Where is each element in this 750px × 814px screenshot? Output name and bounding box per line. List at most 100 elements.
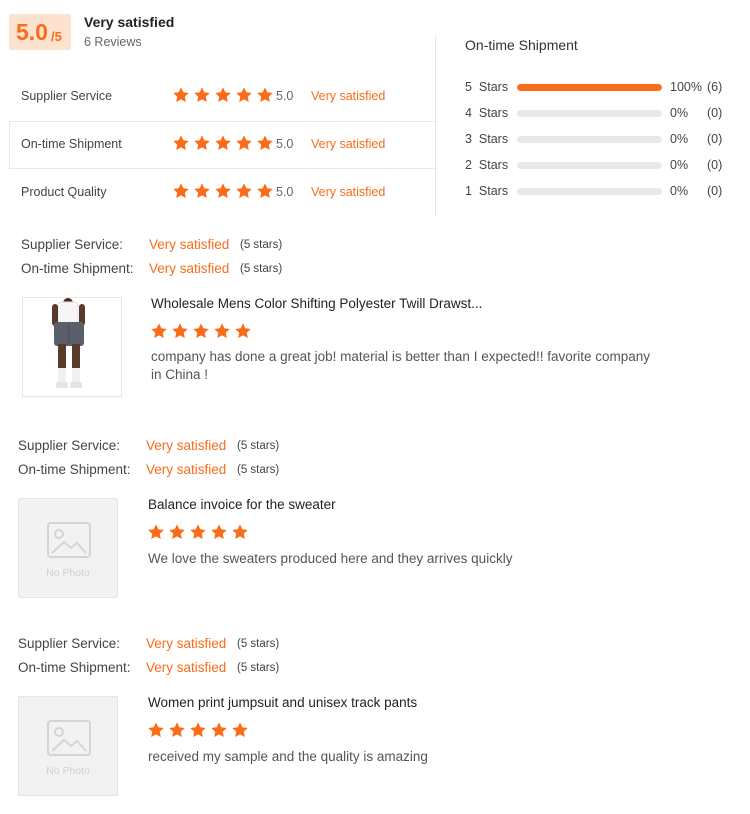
- category-row-supplier-service[interactable]: Supplier Service 5.0 Very satisfied: [9, 73, 435, 121]
- distribution-count: (0): [707, 184, 723, 198]
- star-icon: [189, 523, 207, 543]
- review-supplier-stars: (5 stars): [240, 239, 283, 251]
- review-supplier-value: Very satisfied: [146, 636, 227, 651]
- review-text: We love the sweaters produced here and t…: [148, 551, 513, 566]
- distribution-count: (6): [707, 80, 723, 94]
- review-shipment-stars: (5 stars): [237, 662, 280, 674]
- review-supplier-line: Supplier Service: Very satisfied (5 star…: [18, 438, 318, 458]
- category-label: On-time Shipment: [21, 137, 122, 151]
- review-supplier-stars: (5 stars): [237, 638, 280, 650]
- product-title[interactable]: Women print jumpsuit and unisex track pa…: [148, 695, 417, 710]
- review-supplier-label: Supplier Service:: [21, 237, 124, 252]
- distribution-percent: 100%: [670, 80, 702, 94]
- review-shipment-line: On-time Shipment: Very satisfied (5 star…: [18, 660, 318, 680]
- distribution-row-5: 5 Stars 100% (6): [465, 78, 735, 98]
- review-supplier-label: Supplier Service:: [18, 636, 121, 651]
- distribution-bar: [517, 84, 662, 91]
- no-photo-icon: [47, 720, 91, 756]
- star-icon: [235, 182, 253, 200]
- star-icon: [172, 86, 190, 104]
- review-text: company has done a great job! material i…: [151, 349, 651, 382]
- star-icon: [235, 86, 253, 104]
- category-satisfaction: Very satisfied: [311, 137, 386, 151]
- distribution-bar: [517, 188, 662, 195]
- star-icon: [231, 523, 249, 543]
- review-shipment-value: Very satisfied: [146, 462, 227, 477]
- product-title[interactable]: Wholesale Mens Color Shifting Polyester …: [151, 296, 482, 311]
- review-shipment-label: On-time Shipment:: [18, 462, 131, 477]
- star-icon: [231, 721, 249, 741]
- overall-satisfaction: Very satisfied: [84, 14, 175, 30]
- star-icon: [234, 322, 252, 342]
- review-supplier-line: Supplier Service: Very satisfied (5 star…: [18, 636, 318, 656]
- star-icon: [193, 134, 211, 152]
- review-ratings: Supplier Service: Very satisfied (5 star…: [21, 237, 321, 281]
- category-stars: [172, 86, 274, 104]
- review-ratings: Supplier Service: Very satisfied (5 star…: [18, 636, 318, 680]
- review-shipment-label: On-time Shipment:: [18, 660, 131, 675]
- divider: [435, 36, 436, 216]
- category-row-on-time-shipment[interactable]: On-time Shipment 5.0 Very satisfied: [9, 121, 435, 169]
- distribution-title: On-time Shipment: [465, 37, 578, 53]
- review-shipment-value: Very satisfied: [149, 261, 230, 276]
- category-stars: [172, 182, 274, 200]
- review-stars: [147, 523, 249, 543]
- review-supplier-value: Very satisfied: [146, 438, 227, 453]
- category-row-product-quality[interactable]: Product Quality 5.0 Very satisfied: [9, 169, 435, 217]
- distribution-count: (0): [707, 106, 723, 120]
- distribution-label: 1 Stars: [465, 184, 509, 198]
- category-satisfaction: Very satisfied: [311, 185, 386, 199]
- star-icon: [168, 523, 186, 543]
- star-icon: [189, 721, 207, 741]
- category-score: 5.0: [276, 137, 294, 151]
- review-shipment-value: Very satisfied: [146, 660, 227, 675]
- star-icon: [256, 134, 274, 152]
- star-icon: [214, 182, 232, 200]
- star-icon: [192, 322, 210, 342]
- star-icon: [235, 134, 253, 152]
- product-title[interactable]: Balance invoice for the sweater: [148, 497, 336, 512]
- distribution-label: 5 Stars: [465, 80, 509, 94]
- star-icon: [256, 182, 274, 200]
- review-shipment-line: On-time Shipment: Very satisfied (5 star…: [18, 462, 318, 482]
- product-thumbnail[interactable]: No Photo: [18, 696, 118, 796]
- review-shipment-line: On-time Shipment: Very satisfied (5 star…: [21, 261, 321, 281]
- star-icon: [168, 721, 186, 741]
- product-thumbnail[interactable]: No Photo: [18, 498, 118, 598]
- overall-score-badge: 5.0 /5: [9, 14, 71, 50]
- distribution-count: (0): [707, 158, 723, 172]
- distribution-percent: 0%: [670, 184, 689, 198]
- distribution-bar: [517, 110, 662, 117]
- review-text: received my sample and the quality is am…: [148, 749, 428, 764]
- category-score: 5.0: [276, 89, 294, 103]
- category-stars: [172, 134, 274, 152]
- product-thumbnail[interactable]: [22, 297, 122, 397]
- distribution-percent: 0%: [670, 158, 689, 172]
- star-icon: [214, 86, 232, 104]
- category-score: 5.0: [276, 185, 294, 199]
- review-stars: [147, 721, 249, 741]
- no-photo-label: No Photo: [46, 567, 90, 579]
- distribution-row-2: 2 Stars 0% (0): [465, 156, 735, 176]
- distribution-row-4: 4 Stars 0% (0): [465, 104, 735, 124]
- distribution-label: 4 Stars: [465, 106, 509, 120]
- distribution-percent: 0%: [670, 132, 689, 146]
- category-label: Product Quality: [21, 185, 107, 199]
- star-icon: [193, 182, 211, 200]
- star-icon: [256, 86, 274, 104]
- distribution-label: 2 Stars: [465, 158, 509, 172]
- star-icon: [213, 322, 231, 342]
- distribution-percent: 0%: [670, 106, 689, 120]
- star-icon: [210, 721, 228, 741]
- star-icon: [147, 721, 165, 741]
- reviews-count: 6 Reviews: [84, 35, 142, 49]
- review-shipment-stars: (5 stars): [237, 464, 280, 476]
- distribution-count: (0): [707, 132, 723, 146]
- star-icon: [147, 523, 165, 543]
- distribution-bar: [517, 136, 662, 143]
- review-supplier-stars: (5 stars): [237, 440, 280, 452]
- distribution-label: 3 Stars: [465, 132, 509, 146]
- overall-score-max: /5: [51, 29, 62, 44]
- review-shipment-stars: (5 stars): [240, 263, 283, 275]
- star-icon: [172, 134, 190, 152]
